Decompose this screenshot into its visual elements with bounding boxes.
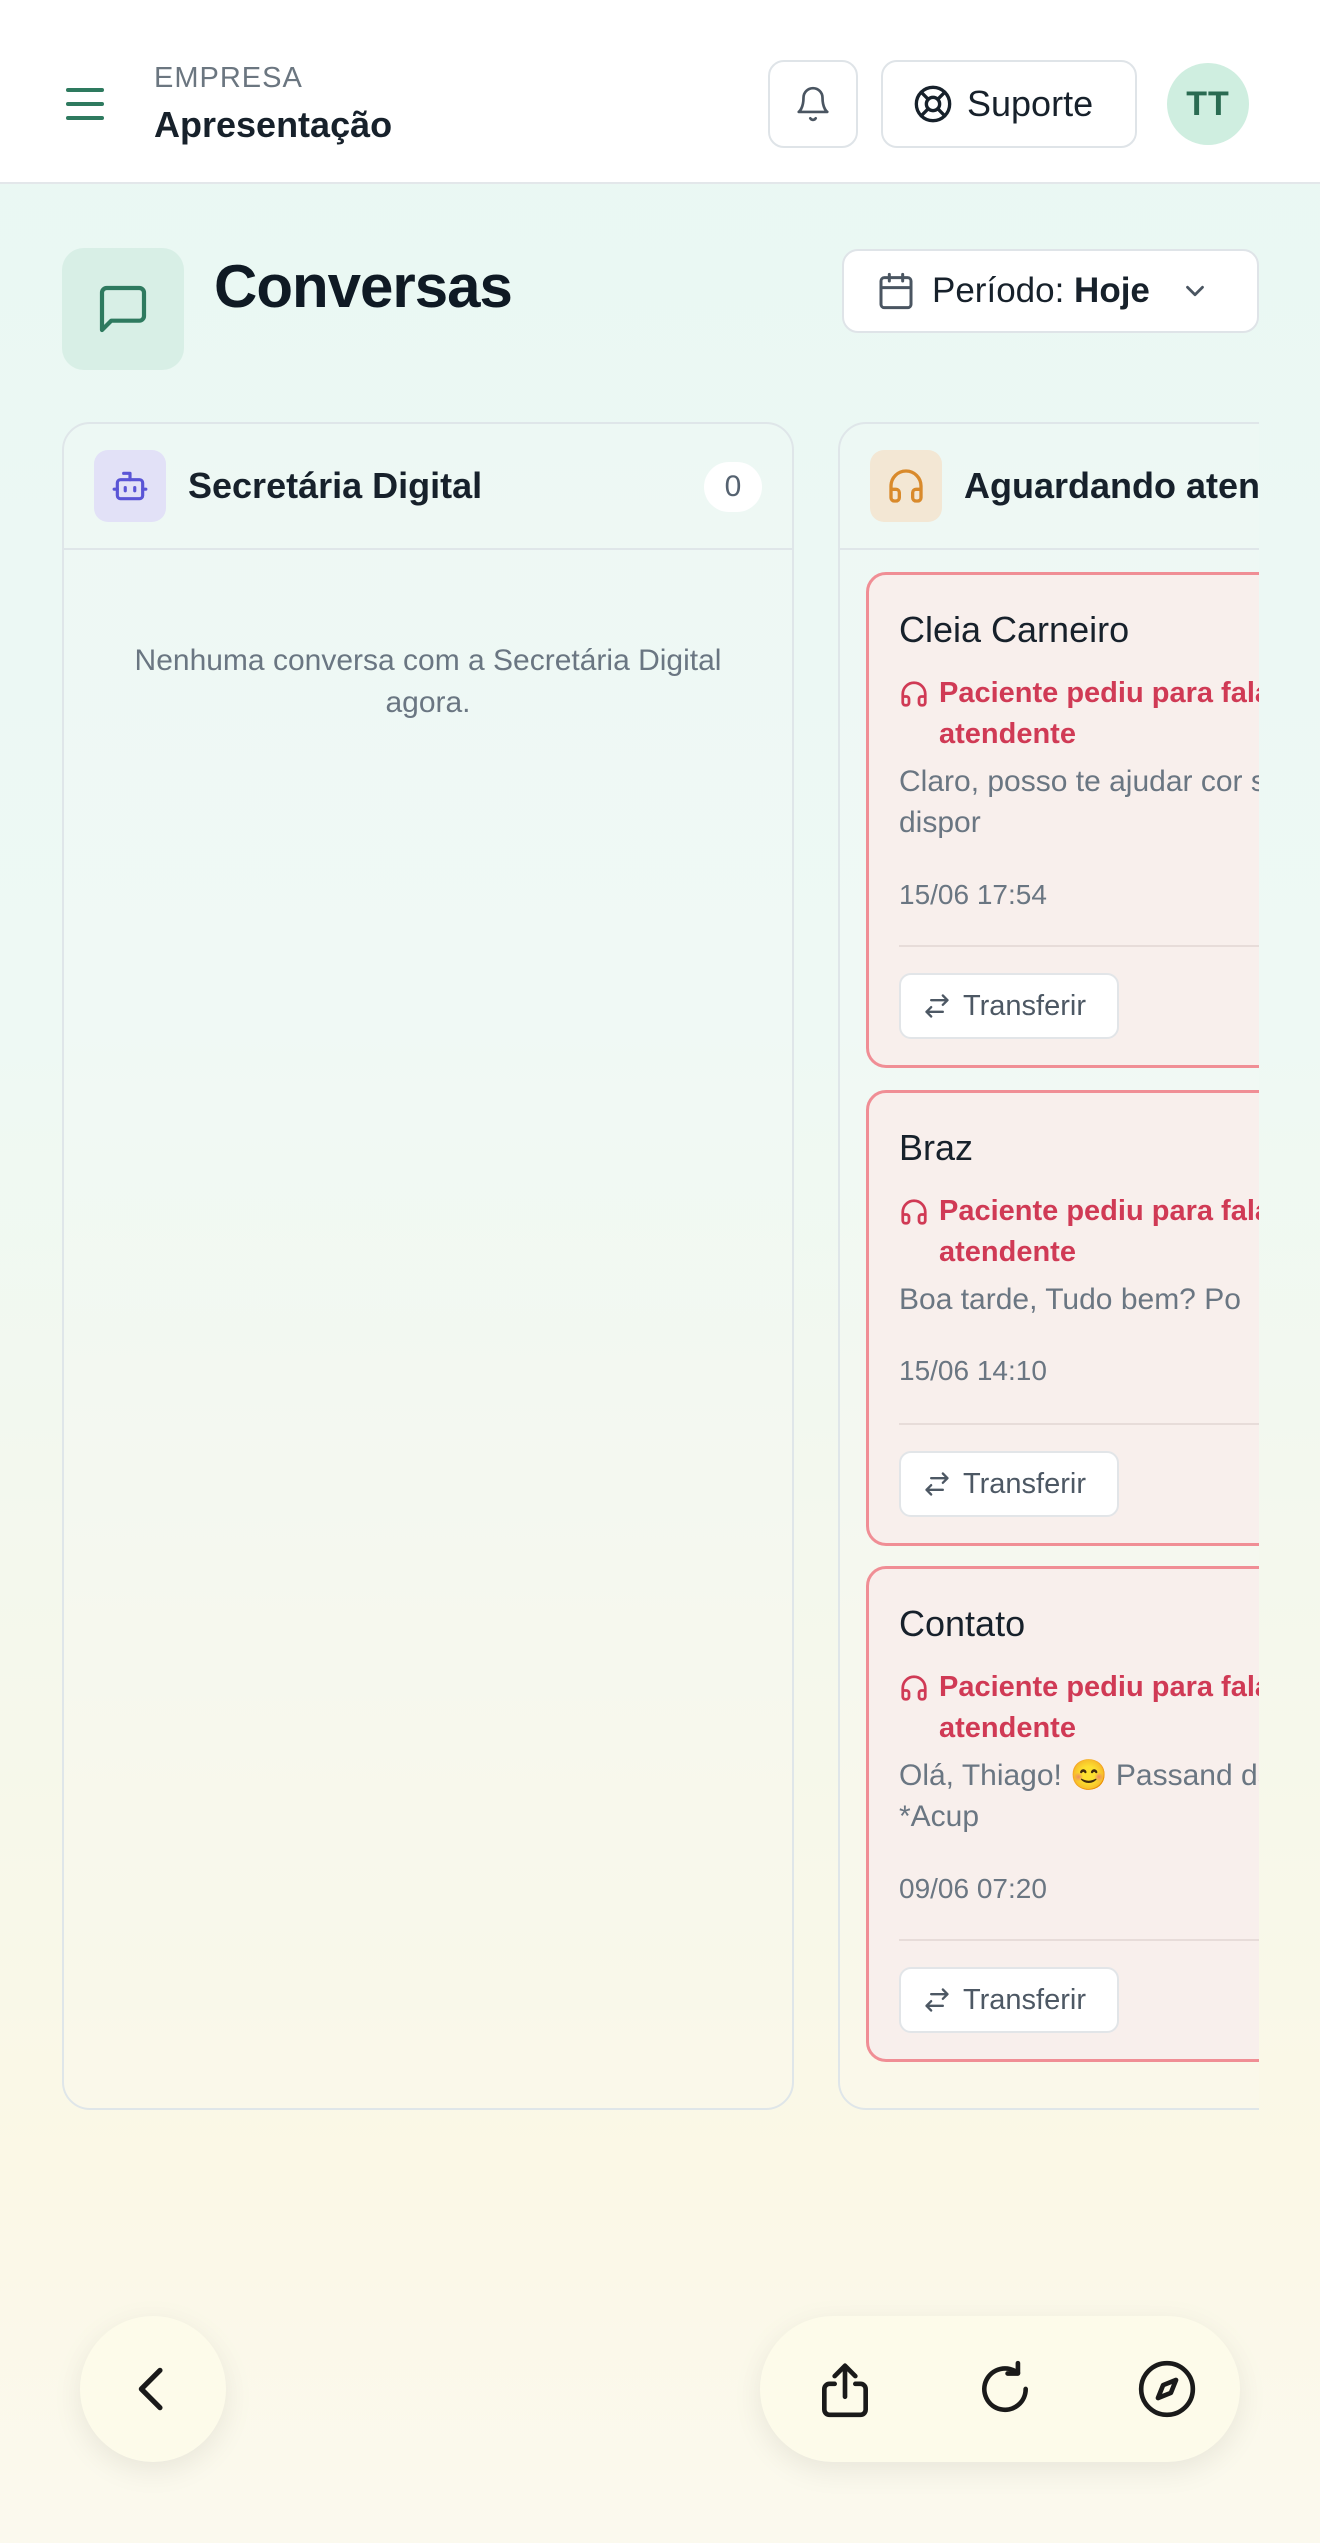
contact-name: Braz — [899, 1127, 974, 1168]
chat-icon — [62, 248, 184, 370]
chevron-down-icon — [1186, 285, 1204, 297]
transfer-label: Transferir — [963, 1983, 1086, 2016]
notifications-button[interactable] — [768, 60, 858, 148]
transfer-button[interactable]: Transferir — [899, 973, 1119, 1039]
top-header: EMPRESA Apresentação Suporte TT — [0, 0, 1320, 184]
back-button[interactable] — [80, 2316, 226, 2462]
transfer-button[interactable]: Transferir — [899, 1967, 1119, 2033]
company-name[interactable]: Apresentação — [154, 104, 392, 146]
column-header: Aguardando aten — [840, 424, 1259, 550]
headset-icon — [901, 1675, 927, 1701]
calendar-icon — [879, 272, 913, 310]
period-select[interactable]: Período: Hoje — [842, 249, 1259, 333]
headset-icon — [901, 681, 927, 707]
timestamp: 15/06 17:54 — [899, 879, 1047, 910]
transfer-icon — [925, 1472, 949, 1496]
page-title: Conversas — [214, 253, 513, 320]
support-button[interactable]: Suporte — [881, 60, 1137, 148]
conversation-card[interactable]: Cleia Carneiro Paciente pediu para fala … — [866, 572, 1259, 1068]
message-preview: Olá, Thiago! 😊 Passand da sua consulta d… — [899, 1759, 1259, 1833]
timestamp: 15/06 14:10 — [899, 1355, 1047, 1386]
compass-icon[interactable] — [1132, 2354, 1202, 2424]
transfer-icon — [925, 994, 949, 1018]
browser-toolbar — [760, 2316, 1240, 2462]
alert-row: Paciente pediu para fala atendente — [899, 673, 1259, 755]
column-title: Secretária Digital — [188, 465, 483, 506]
count-badge: 0 — [704, 462, 762, 512]
user-avatar[interactable]: TT — [1167, 63, 1249, 145]
contact-name: Cleia Carneiro — [899, 609, 1130, 650]
bell-icon — [797, 86, 829, 122]
conversation-card[interactable]: Braz Paciente pediu para fala atendente … — [866, 1090, 1259, 1546]
reload-icon[interactable] — [970, 2354, 1040, 2424]
alert-row: Paciente pediu para fala atendente — [899, 1667, 1259, 1749]
back-icon — [138, 2367, 163, 2411]
transfer-label: Transferir — [963, 1467, 1086, 1500]
transfer-label: Transferir — [963, 989, 1086, 1022]
contact-name: Contato — [899, 1603, 1026, 1644]
column-title: Aguardando aten — [964, 465, 1259, 506]
divider — [899, 1423, 1259, 1425]
column-aguardando-atendimento: Aguardando aten Cleia Carneiro Paciente … — [838, 422, 1259, 2110]
alert-row: Paciente pediu para fala atendente — [899, 1191, 1259, 1273]
transfer-icon — [925, 1988, 949, 2012]
headset-icon — [870, 450, 942, 522]
kanban-board[interactable]: Secretária Digital 0 Nenhuma conversa co… — [0, 400, 1259, 2120]
lifebuoy-icon — [914, 85, 952, 123]
support-label: Suporte — [967, 83, 1094, 124]
share-icon[interactable] — [810, 2354, 880, 2424]
column-header: Secretária Digital 0 — [64, 424, 792, 550]
alert-text: Paciente pediu para fala atendente — [939, 677, 1259, 750]
period-value: Hoje — [1074, 271, 1150, 310]
headset-icon — [901, 1199, 927, 1225]
menu-icon[interactable] — [64, 84, 108, 124]
period-label: Período: Hoje — [932, 271, 1150, 310]
message-preview: Claro, posso te ajudar cor seu nome ? Es… — [899, 765, 1259, 839]
divider — [899, 1939, 1259, 1941]
message-preview: Boa tarde, Tudo bem? Po — [899, 1283, 1241, 1316]
transfer-button[interactable]: Transferir — [899, 1451, 1119, 1517]
empty-message: Nenhuma conversa com a Secretária Digita… — [134, 644, 722, 719]
column-secretaria-digital: Secretária Digital 0 Nenhuma conversa co… — [62, 422, 794, 2110]
company-label: EMPRESA — [154, 62, 303, 94]
alert-text: Paciente pediu para fala atendente — [939, 1671, 1259, 1744]
conversation-card[interactable]: Contato Paciente pediu para fala atenden… — [866, 1566, 1259, 2062]
timestamp: 09/06 07:20 — [899, 1873, 1047, 1904]
alert-text: Paciente pediu para fala atendente — [939, 1195, 1259, 1268]
robot-icon — [94, 450, 166, 522]
divider — [899, 945, 1259, 947]
